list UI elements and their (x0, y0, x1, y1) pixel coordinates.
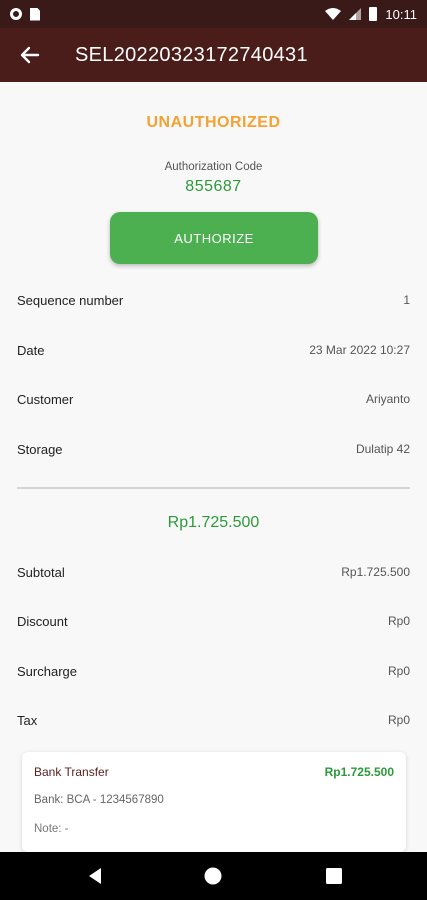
detail-row-sequence: Sequence number 1 (17, 290, 410, 310)
summary-label: Surcharge (17, 663, 77, 679)
triangle-back-icon (89, 868, 101, 884)
status-time: 10:11 (385, 6, 417, 22)
detail-value: Ariyanto (365, 392, 410, 406)
detail-value: 1 (403, 293, 410, 307)
summary-row-tax: Tax Rp0 (17, 710, 410, 730)
recents-square-icon (326, 868, 342, 884)
payment-bank: Bank: BCA - 1234567890 (34, 794, 164, 806)
wifi-icon (325, 8, 342, 20)
detail-row-storage: Storage Dulatip 42 (17, 439, 410, 459)
status-left (10, 7, 40, 21)
page-title: SEL20220323172740431 (75, 43, 308, 66)
battery-icon (369, 7, 378, 21)
nav-home-button[interactable] (203, 866, 223, 886)
summary-row-surcharge: Surcharge Rp0 (17, 661, 410, 681)
detail-value: 23 Mar 2022 10:27 (309, 343, 410, 357)
divider (17, 487, 410, 489)
app-bar: SEL20220323172740431 (0, 28, 427, 82)
payment-card[interactable]: Bank Transfer Rp1.725.500 Bank: BCA - 12… (22, 752, 406, 852)
system-nav-bar (0, 852, 427, 900)
status-bar: 10:11 (0, 0, 427, 28)
summary-value: Rp0 (387, 664, 410, 678)
grand-total: Rp1.725.500 (167, 514, 260, 531)
detail-label: Customer (17, 391, 74, 407)
detail-row-date: Date 23 Mar 2022 10:27 (17, 340, 410, 360)
status-right: 10:11 (325, 7, 417, 22)
payment-method: Bank Transfer (34, 765, 109, 779)
sim-card-icon (30, 7, 40, 21)
summary-row-discount: Discount Rp0 (17, 611, 410, 631)
payment-note: Note: - (34, 823, 69, 835)
detail-value: Dulatip 42 (355, 442, 410, 456)
nav-recents-button[interactable] (324, 866, 344, 886)
notification-circle-icon (10, 8, 22, 20)
summary-label: Subtotal (17, 564, 65, 580)
payment-amount: Rp1.725.500 (324, 765, 394, 779)
authorization-code-value: 855687 (185, 178, 242, 195)
authorization-code-label: Authorization Code (164, 161, 263, 173)
back-button[interactable] (16, 41, 44, 69)
summary-value: Rp0 (387, 614, 410, 628)
detail-label: Storage (17, 441, 63, 457)
sale-detail-content[interactable]: UNAUTHORIZED Authorization Code 855687 A… (0, 82, 427, 852)
home-circle-icon (204, 867, 222, 885)
detail-label: Date (17, 342, 45, 358)
detail-row-customer: Customer Ariyanto (17, 389, 410, 409)
summary-value: Rp1.725.500 (341, 565, 410, 579)
authorize-button[interactable]: AUTHORIZE (110, 212, 318, 264)
summary-label: Tax (17, 712, 38, 728)
summary-value: Rp0 (387, 713, 410, 727)
authorization-status: UNAUTHORIZED (146, 114, 281, 131)
detail-label: Sequence number (17, 292, 124, 308)
arrow-back-icon (20, 46, 40, 64)
summary-row-subtotal: Subtotal Rp1.725.500 (17, 562, 410, 582)
nav-back-button[interactable] (85, 866, 105, 886)
summary-label: Discount (17, 613, 68, 629)
cell-signal-icon (349, 8, 362, 20)
